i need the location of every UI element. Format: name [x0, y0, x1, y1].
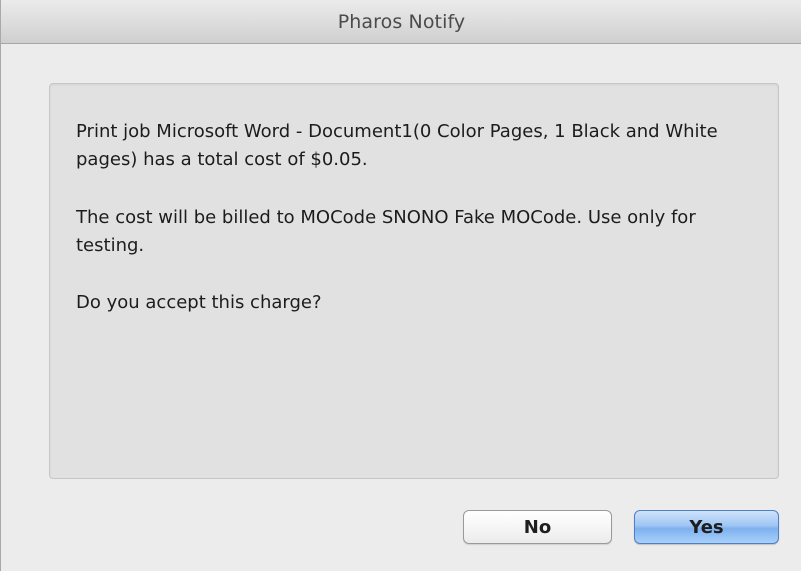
yes-button[interactable]: Yes — [634, 510, 779, 544]
pharos-notify-dialog: Pharos Notify Print job Microsoft Word -… — [0, 0, 801, 571]
accept-charge-question: Do you accept this charge? — [76, 292, 322, 313]
no-button[interactable]: No — [463, 510, 612, 544]
message-panel: Print job Microsoft Word - Document1(0 C… — [49, 83, 779, 479]
billing-code-text: The cost will be billed to MOCode SNONO … — [76, 207, 696, 256]
window-title: Pharos Notify — [337, 10, 466, 33]
no-button-label: No — [523, 516, 552, 538]
yes-button-label: Yes — [689, 516, 724, 538]
window-titlebar[interactable]: Pharos Notify — [1, 0, 801, 44]
print-job-cost-text: Print job Microsoft Word - Document1(0 C… — [76, 121, 718, 170]
